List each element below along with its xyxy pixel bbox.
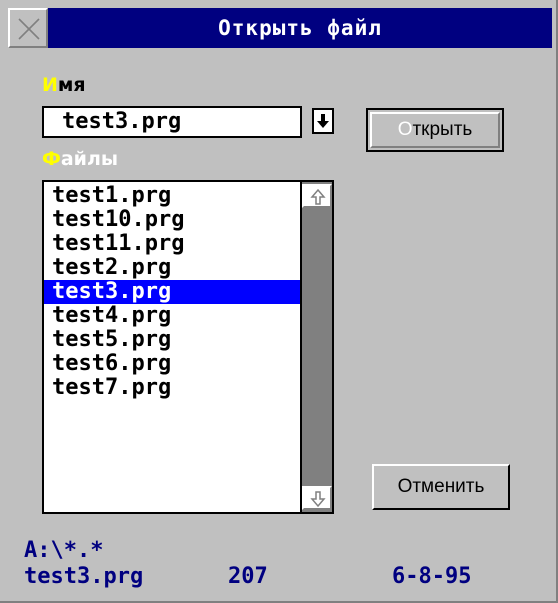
files-label-text: айлы bbox=[60, 148, 119, 170]
arrow-down-icon bbox=[310, 491, 326, 508]
close-icon bbox=[18, 18, 40, 40]
file-mask: A:\*.* bbox=[24, 538, 104, 563]
open-button[interactable]: Открыть bbox=[366, 108, 504, 152]
name-label-text: мя bbox=[57, 74, 86, 96]
arrow-down-icon bbox=[317, 114, 329, 128]
filename-dropdown-button[interactable] bbox=[312, 108, 334, 134]
file-list-scrollbar[interactable] bbox=[300, 182, 332, 512]
name-label: Имя bbox=[42, 74, 86, 96]
status-filename: test3.prg bbox=[24, 564, 144, 589]
file-list-item[interactable]: test10.prg bbox=[44, 208, 300, 232]
open-button-label: ткрыть bbox=[412, 119, 473, 140]
file-list-item[interactable]: test6.prg bbox=[44, 352, 300, 376]
file-list-item[interactable]: test4.prg bbox=[44, 304, 300, 328]
file-list-item[interactable]: test5.prg bbox=[44, 328, 300, 352]
file-list-item[interactable]: test1.prg bbox=[44, 184, 300, 208]
file-list-item[interactable]: test11.prg bbox=[44, 232, 300, 256]
filename-input[interactable]: test3.prg bbox=[42, 106, 302, 138]
dialog-title: Открыть файл bbox=[218, 16, 382, 40]
files-label-hotkey: Ф bbox=[42, 148, 61, 170]
close-button[interactable] bbox=[8, 8, 48, 48]
status-filesize: 207 bbox=[228, 564, 268, 589]
open-file-dialog: Открыть файл Имя test3.prg Открыть Файлы… bbox=[0, 0, 558, 603]
file-list-item[interactable]: test7.prg bbox=[44, 376, 300, 400]
file-list[interactable]: test1.prg test10.prg test11.prg test2.prg te… bbox=[42, 180, 334, 514]
file-list-item[interactable]: test2.prg bbox=[44, 256, 300, 280]
scroll-down-button[interactable] bbox=[302, 486, 332, 510]
cancel-button[interactable]: Отменить bbox=[372, 464, 510, 510]
name-label-hotkey: И bbox=[42, 74, 58, 96]
file-list-item[interactable]: test3.prg bbox=[44, 280, 300, 304]
arrow-up-icon bbox=[310, 188, 326, 205]
scroll-up-button[interactable] bbox=[302, 184, 332, 208]
title-bar[interactable]: Открыть файл bbox=[8, 8, 552, 48]
open-button-hotkey: О bbox=[397, 119, 413, 140]
file-list-items: test1.prg test10.prg test11.prg test2.prg te… bbox=[44, 184, 300, 400]
status-filedate: 6-8-95 bbox=[392, 564, 472, 589]
open-button-face: Открыть bbox=[370, 112, 500, 148]
files-label: Файлы bbox=[42, 148, 118, 170]
